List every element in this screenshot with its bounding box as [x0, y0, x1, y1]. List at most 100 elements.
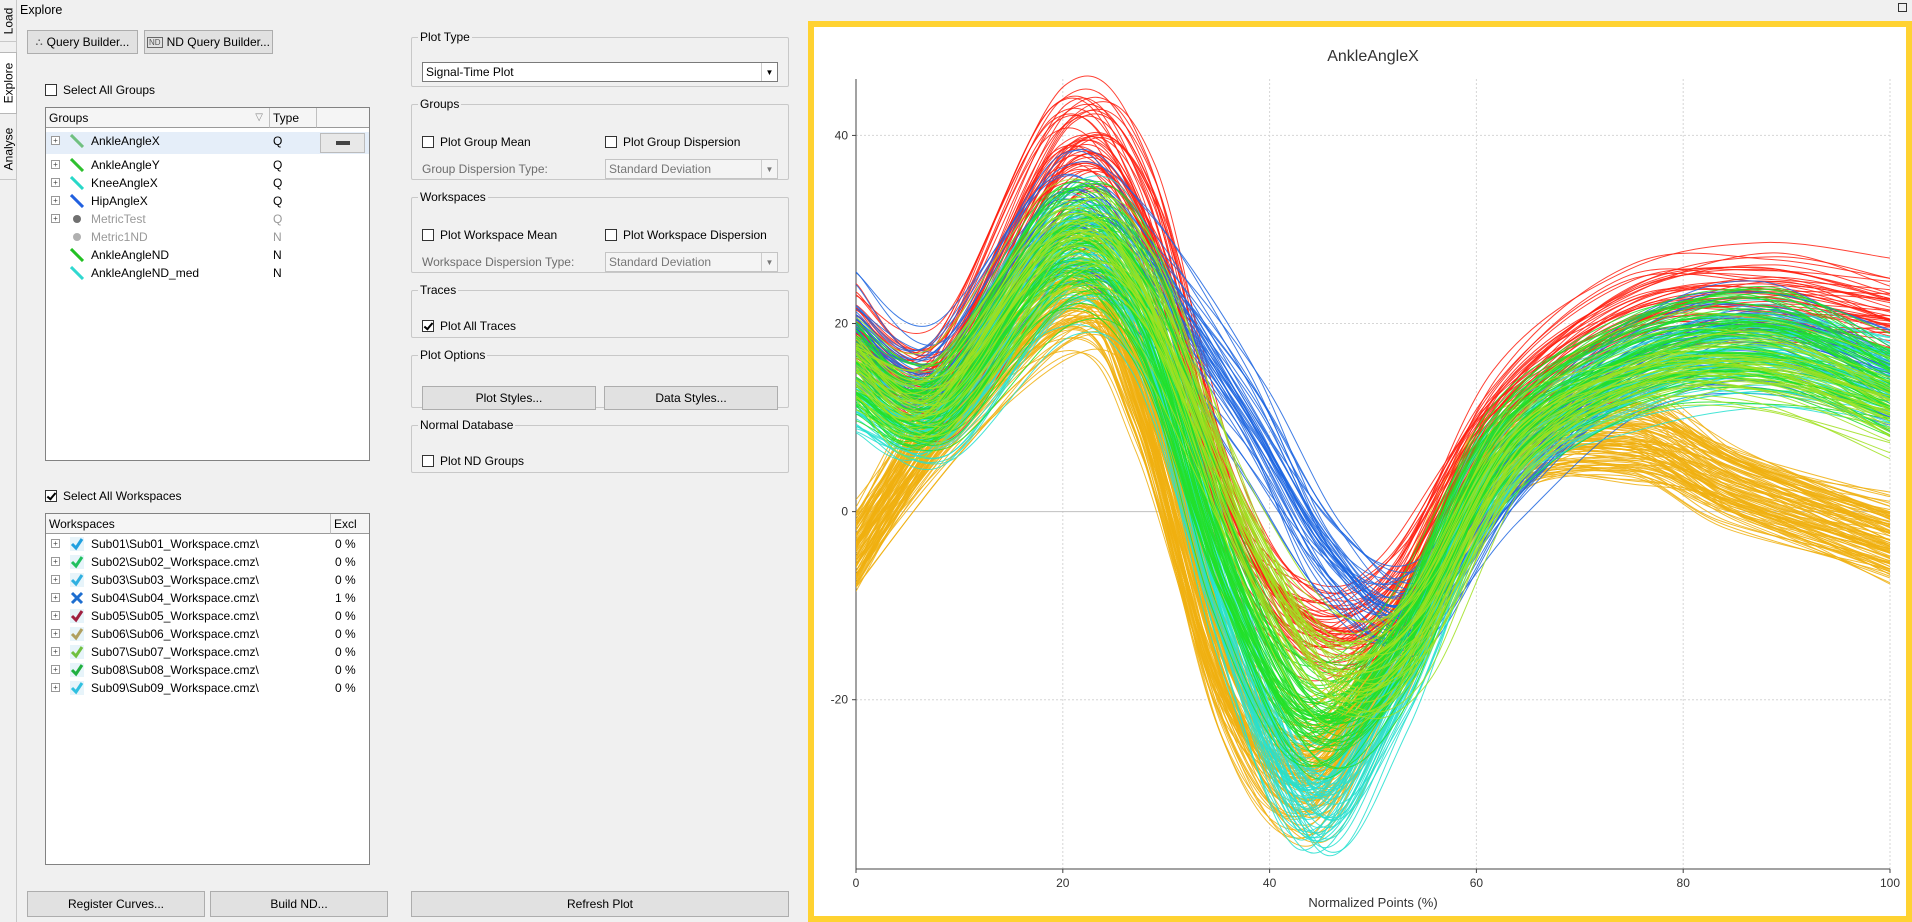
minus-icon: [335, 141, 350, 145]
plot-nd-groups-checkbox[interactable]: Plot ND Groups: [422, 454, 524, 468]
group-row[interactable]: Metric1ND N: [46, 228, 369, 246]
groups-column-header[interactable]: Groups ▽: [46, 108, 269, 128]
group-row[interactable]: + KneeAngleX Q: [46, 174, 369, 192]
plot-group-mean-box[interactable]: [422, 136, 434, 148]
workspaces-header-label: Workspaces: [49, 516, 115, 531]
workspace-row[interactable]: + Sub01\Sub01_Workspace.cmz\ 0 %: [46, 535, 369, 553]
plot-group-dispersion-box[interactable]: [605, 136, 617, 148]
tab-analyse-label: Analyse: [1, 127, 16, 170]
checkmark-icon: [70, 681, 84, 695]
chevron-down-icon[interactable]: ▼: [761, 63, 777, 81]
build-nd-label: Build ND...: [270, 897, 328, 911]
workspace-row[interactable]: + Sub03\Sub03_Workspace.cmz\ 0 %: [46, 571, 369, 589]
refresh-plot-button[interactable]: Refresh Plot: [411, 891, 789, 917]
workspace-row[interactable]: + Sub04\Sub04_Workspace.cmz\ 1 %: [46, 589, 369, 607]
y-tick-label: -20: [831, 693, 849, 707]
expand-icon[interactable]: +: [51, 629, 60, 638]
expand-icon[interactable]: +: [51, 575, 60, 584]
line-style-icon: [69, 133, 85, 149]
restore-window-icon[interactable]: [1898, 3, 1907, 12]
plot-workspace-dispersion-checkbox[interactable]: Plot Workspace Dispersion: [605, 228, 767, 242]
tab-load-label: Load: [1, 7, 16, 34]
expand-icon[interactable]: +: [51, 611, 60, 620]
group-dispersion-type-value: Standard Deviation: [609, 162, 712, 176]
group-row[interactable]: + HipAngleX Q: [46, 192, 369, 210]
sort-indicator-icon: ▽: [255, 112, 263, 123]
plot-type-select[interactable]: Signal-Time Plot ▼: [422, 62, 778, 82]
traces-legend: Traces: [420, 283, 457, 297]
select-all-groups-checkbox[interactable]: Select All Groups: [45, 83, 155, 97]
group-type: Q: [273, 134, 283, 148]
workspace-row[interactable]: + Sub09\Sub09_Workspace.cmz\ 0 %: [46, 679, 369, 697]
tab-explore[interactable]: Explore: [0, 52, 17, 114]
expand-icon[interactable]: +: [51, 539, 60, 548]
traces-group: Traces Plot All Traces: [411, 283, 789, 338]
plot-workspace-mean-box[interactable]: [422, 229, 434, 241]
workspace-label: Sub04\Sub04_Workspace.cmz\: [91, 591, 259, 605]
workspace-row[interactable]: + Sub07\Sub07_Workspace.cmz\ 0 %: [46, 643, 369, 661]
group-type: N: [273, 248, 282, 262]
expand-icon[interactable]: +: [51, 178, 60, 187]
group-dispersion-type-select[interactable]: Standard Deviation ▼: [605, 159, 778, 179]
plot-all-traces-box[interactable]: [422, 320, 434, 332]
workspace-row[interactable]: + Sub08\Sub08_Workspace.cmz\ 0 %: [46, 661, 369, 679]
data-styles-button[interactable]: Data Styles...: [604, 386, 778, 410]
window-title: Explore: [20, 3, 63, 17]
chevron-down-icon[interactable]: ▼: [761, 160, 777, 178]
plot-group-dispersion-checkbox[interactable]: Plot Group Dispersion: [605, 135, 740, 149]
expand-icon[interactable]: +: [51, 136, 60, 145]
excl-column-header[interactable]: Excl: [330, 514, 369, 534]
signal-time-chart[interactable]: AnkleAngleX 0 20 40 60 80 100 -20 0 20 40 Normalize…: [814, 27, 1906, 916]
workspace-excl: 0 %: [335, 627, 356, 641]
plot-nd-groups-box[interactable]: [422, 455, 434, 467]
plot-group-mean-checkbox[interactable]: Plot Group Mean: [422, 135, 531, 149]
plot-type-legend: Plot Type: [420, 30, 470, 44]
workspace-row[interactable]: + Sub05\Sub05_Workspace.cmz\ 0 %: [46, 607, 369, 625]
query-builder-button[interactable]: ⛬ Query Builder...: [27, 30, 138, 54]
expand-icon[interactable]: +: [51, 665, 60, 674]
plot-area[interactable]: AnkleAngleX 0 20 40 60 80 100 -20 0 20 40 Normalize…: [808, 21, 1912, 922]
plot-all-traces-checkbox[interactable]: Plot All Traces: [422, 319, 516, 333]
expand-icon[interactable]: +: [51, 647, 60, 656]
expand-icon[interactable]: +: [51, 593, 60, 602]
workspace-row[interactable]: + Sub06\Sub06_Workspace.cmz\ 0 %: [46, 625, 369, 643]
expand-icon[interactable]: +: [51, 557, 60, 566]
workspace-row[interactable]: + Sub02\Sub02_Workspace.cmz\ 0 %: [46, 553, 369, 571]
workspace-dispersion-type-select[interactable]: Standard Deviation ▼: [605, 252, 778, 272]
group-row[interactable]: + AnkleAngleX Q: [46, 132, 369, 154]
expand-icon[interactable]: +: [51, 214, 60, 223]
workspaces-table[interactable]: Workspaces Excl + Sub01\Sub01_Workspace.c…: [45, 513, 370, 865]
group-row[interactable]: AnkleAngleND_med N: [46, 264, 369, 282]
nd-query-builder-button[interactable]: ND ND Query Builder...: [144, 30, 273, 54]
expand-icon[interactable]: +: [51, 196, 60, 205]
register-curves-button[interactable]: Register Curves...: [27, 891, 205, 917]
group-row[interactable]: AnkleAngleND N: [46, 246, 369, 264]
checkmark-icon: [70, 627, 84, 641]
workspaces-column-header[interactable]: Workspaces: [46, 514, 330, 534]
group-type: Q: [273, 176, 283, 190]
groups-table[interactable]: Groups ▽ Type + AnkleAngleX Q + AnkleAngleY Q +…: [45, 107, 370, 461]
tab-load[interactable]: Load: [0, 0, 17, 42]
collapse-icon[interactable]: [320, 133, 365, 153]
select-all-workspaces-box[interactable]: [45, 490, 57, 502]
group-row[interactable]: + AnkleAngleY Q: [46, 156, 369, 174]
side-tab-bar: Load Explore Analyse: [0, 0, 17, 922]
plot-workspace-mean-checkbox[interactable]: Plot Workspace Mean: [422, 228, 557, 242]
plot-workspace-dispersion-box[interactable]: [605, 229, 617, 241]
workspace-label: Sub07\Sub07_Workspace.cmz\: [91, 645, 259, 659]
expand-icon[interactable]: +: [51, 683, 60, 692]
select-all-workspaces-checkbox[interactable]: Select All Workspaces: [45, 489, 182, 503]
normal-database-legend: Normal Database: [420, 418, 514, 432]
chevron-down-icon[interactable]: ▼: [761, 253, 777, 271]
tab-analyse[interactable]: Analyse: [0, 118, 17, 180]
excl-header-label: Excl: [334, 516, 357, 531]
build-nd-button[interactable]: Build ND...: [210, 891, 388, 917]
select-all-groups-box[interactable]: [45, 84, 57, 96]
workspace-label: Sub03\Sub03_Workspace.cmz\: [91, 573, 259, 587]
expand-icon[interactable]: +: [51, 160, 60, 169]
type-column-header[interactable]: Type: [269, 108, 316, 128]
group-row[interactable]: + MetricTest Q: [46, 210, 369, 228]
group-label: MetricTest: [91, 212, 146, 226]
plot-nd-groups-label: Plot ND Groups: [440, 454, 525, 468]
plot-styles-button[interactable]: Plot Styles...: [422, 386, 596, 410]
